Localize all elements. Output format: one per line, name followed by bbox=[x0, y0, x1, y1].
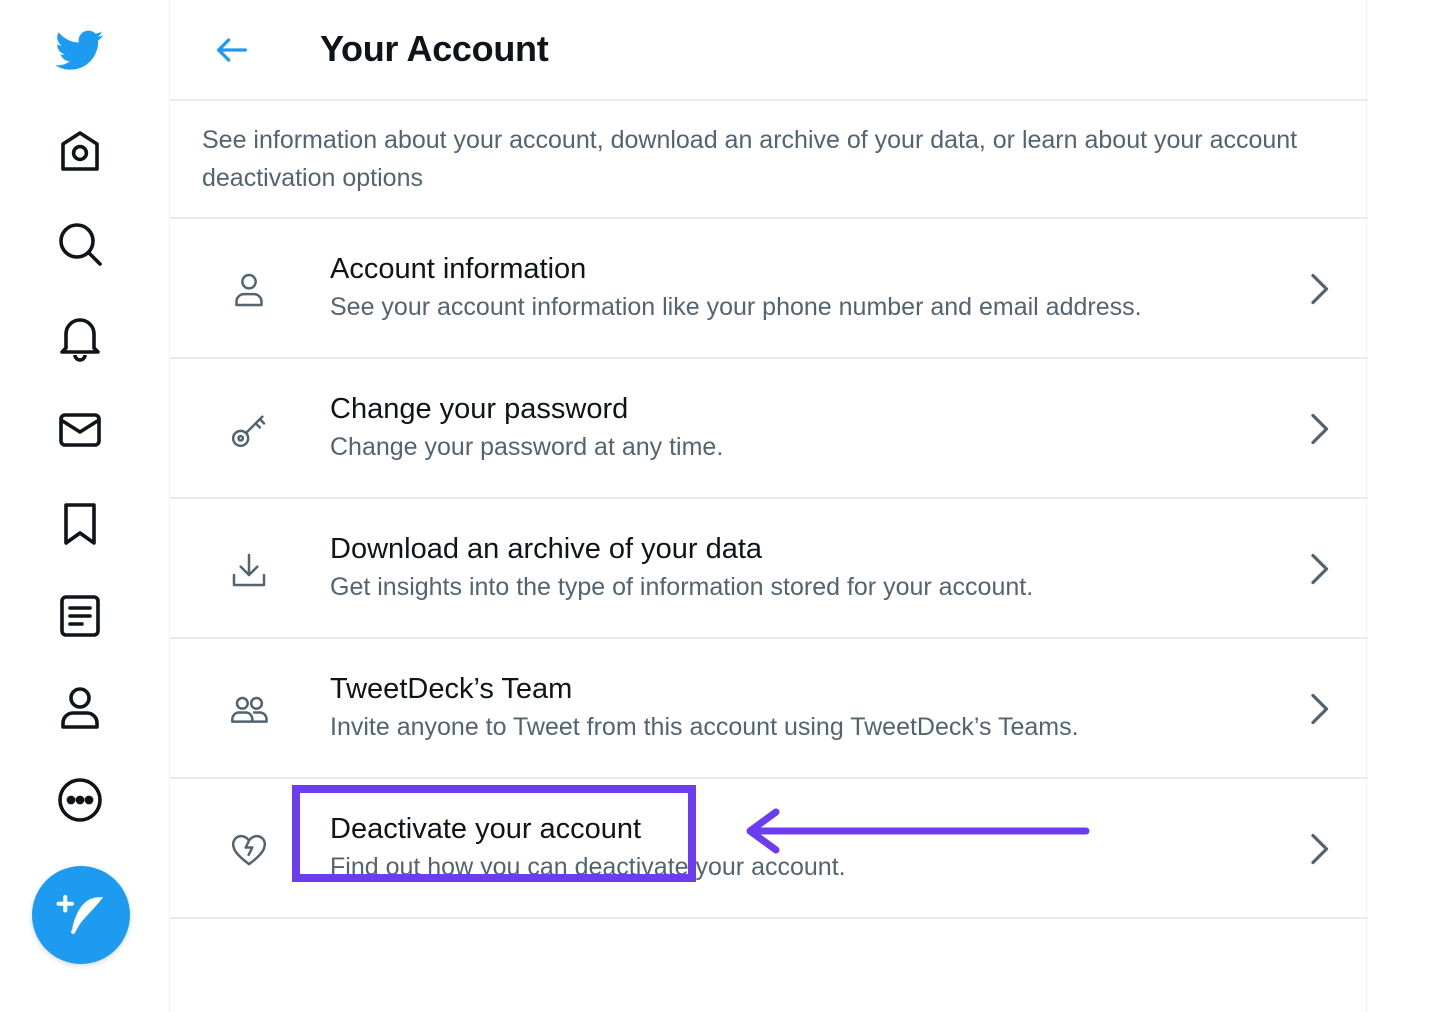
menu-item-description: Invite anyone to Tweet from this account… bbox=[330, 713, 1079, 741]
more-icon[interactable] bbox=[52, 772, 108, 828]
page-header: Your Account bbox=[170, 0, 1368, 101]
chevron-right-icon bbox=[1304, 551, 1334, 587]
arrow-left-icon bbox=[217, 38, 247, 62]
sidebar-nav bbox=[0, 0, 169, 1012]
download-icon bbox=[226, 547, 272, 593]
list-icon[interactable] bbox=[52, 588, 108, 644]
chevron-right-icon bbox=[1304, 691, 1334, 727]
bookmark-icon[interactable] bbox=[52, 496, 108, 552]
menu-item-description: See your account information like your p… bbox=[330, 293, 1142, 321]
twitter-logo-icon[interactable] bbox=[52, 22, 108, 78]
menu-item-title: Account information bbox=[330, 253, 587, 285]
menu-item-title: Change your password bbox=[330, 393, 629, 425]
menu-item-description: Find out how you can deactivate your acc… bbox=[330, 853, 846, 881]
page-title: Your Account bbox=[320, 28, 549, 69]
search-icon[interactable] bbox=[52, 216, 108, 272]
menu-item-tweetdeck-team[interactable]: TweetDeck’s Team Invite anyone to Tweet … bbox=[170, 639, 1368, 779]
menu-item-deactivate-account[interactable]: Deactivate your account Find out how you… bbox=[170, 779, 1368, 919]
people-icon bbox=[226, 687, 272, 733]
menu-item-description: Change your password at any time. bbox=[330, 433, 724, 461]
bell-icon[interactable] bbox=[52, 310, 108, 366]
compose-tweet-icon bbox=[56, 894, 104, 934]
compose-tweet-button[interactable] bbox=[32, 866, 130, 964]
menu-item-description: Get insights into the type of informatio… bbox=[330, 573, 1034, 601]
profile-icon[interactable] bbox=[52, 680, 108, 736]
chevron-right-icon bbox=[1304, 831, 1334, 867]
intro-text: See information about your account, down… bbox=[202, 126, 1298, 192]
mail-icon[interactable] bbox=[52, 402, 108, 458]
page-intro: See information about your account, down… bbox=[170, 101, 1368, 219]
broken-heart-icon bbox=[226, 827, 272, 873]
chevron-right-icon bbox=[1304, 271, 1334, 307]
person-icon bbox=[226, 267, 272, 313]
menu-item-title: TweetDeck’s Team bbox=[330, 673, 573, 705]
menu-item-change-password[interactable]: Change your password Change your passwor… bbox=[170, 359, 1368, 499]
menu-item-title: Deactivate your account bbox=[330, 813, 642, 845]
menu-item-download-archive[interactable]: Download an archive of your data Get ins… bbox=[170, 499, 1368, 639]
back-button[interactable] bbox=[208, 28, 256, 72]
home-icon[interactable] bbox=[52, 124, 108, 180]
menu-item-account-information[interactable]: Account information See your account inf… bbox=[170, 219, 1368, 359]
key-icon bbox=[226, 407, 272, 453]
menu-item-title: Download an archive of your data bbox=[330, 533, 763, 565]
settings-panel: Your Account See information about your … bbox=[169, 0, 1368, 1012]
chevron-right-icon bbox=[1304, 411, 1334, 447]
